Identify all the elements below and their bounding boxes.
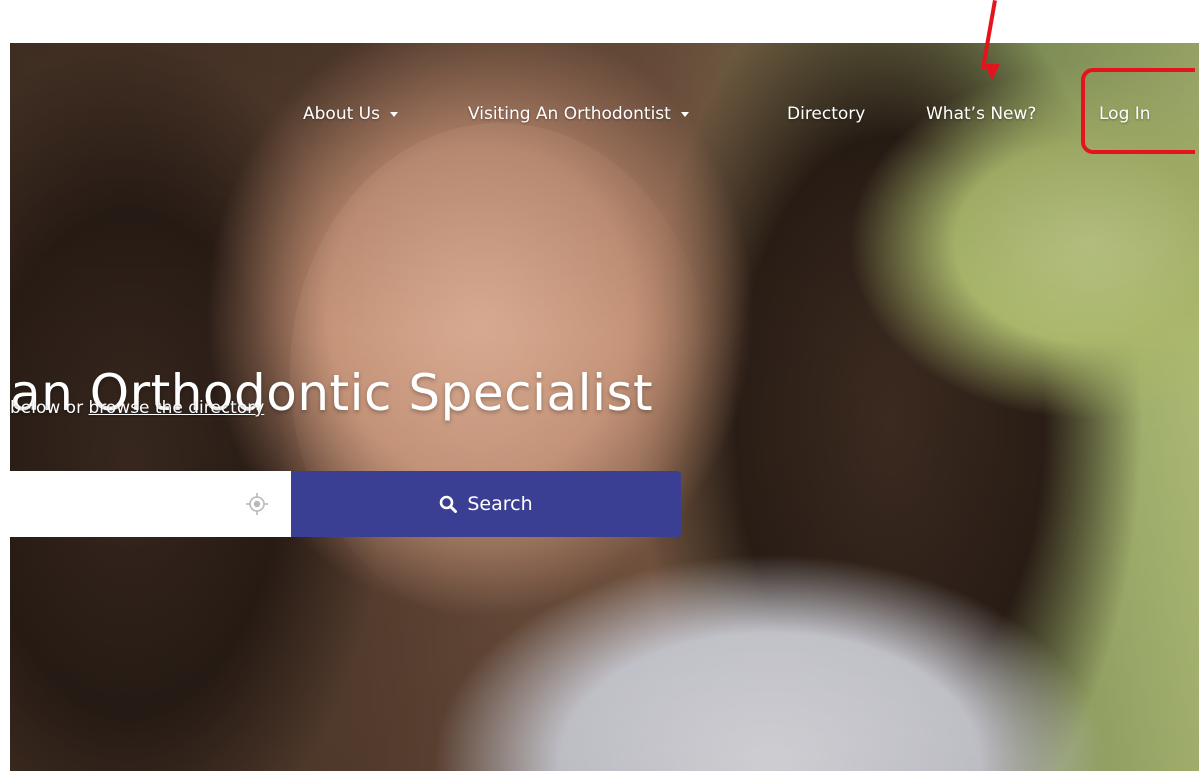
nav-item-label: Directory [787,104,866,124]
nav-item-directory[interactable]: Directory [787,96,865,132]
hero-subline: below or browse the directory [10,398,264,418]
nav-item-label: What’s New? [926,104,1037,124]
main-navigation: About Us Visiting An Orthodontist Direct… [0,96,1199,132]
caret-down-icon [680,111,689,117]
caret-down-icon [389,111,398,117]
nav-item-label: About Us [303,104,380,124]
browse-directory-link[interactable]: browse the directory [88,398,264,418]
nav-item-label: Visiting An Orthodontist [468,104,671,124]
crosshair-icon[interactable] [246,493,268,515]
annotation-arrow-head [984,64,1000,80]
nav-item-whats-new[interactable]: What’s New? [926,96,1036,132]
page: About Us Visiting An Orthodontist Direct… [0,0,1199,771]
nav-item-about-us[interactable]: About Us [303,96,398,132]
hero-subline-text: below or [10,398,89,418]
nav-item-log-in[interactable]: Log In [1099,96,1151,132]
search-button[interactable]: Search [291,471,681,537]
nav-item-visiting-an-orthodontist[interactable]: Visiting An Orthodontist [468,96,689,132]
search-button-label: Search [467,493,533,515]
nav-item-label: Log In [1099,104,1151,124]
magnifier-icon [440,495,458,513]
